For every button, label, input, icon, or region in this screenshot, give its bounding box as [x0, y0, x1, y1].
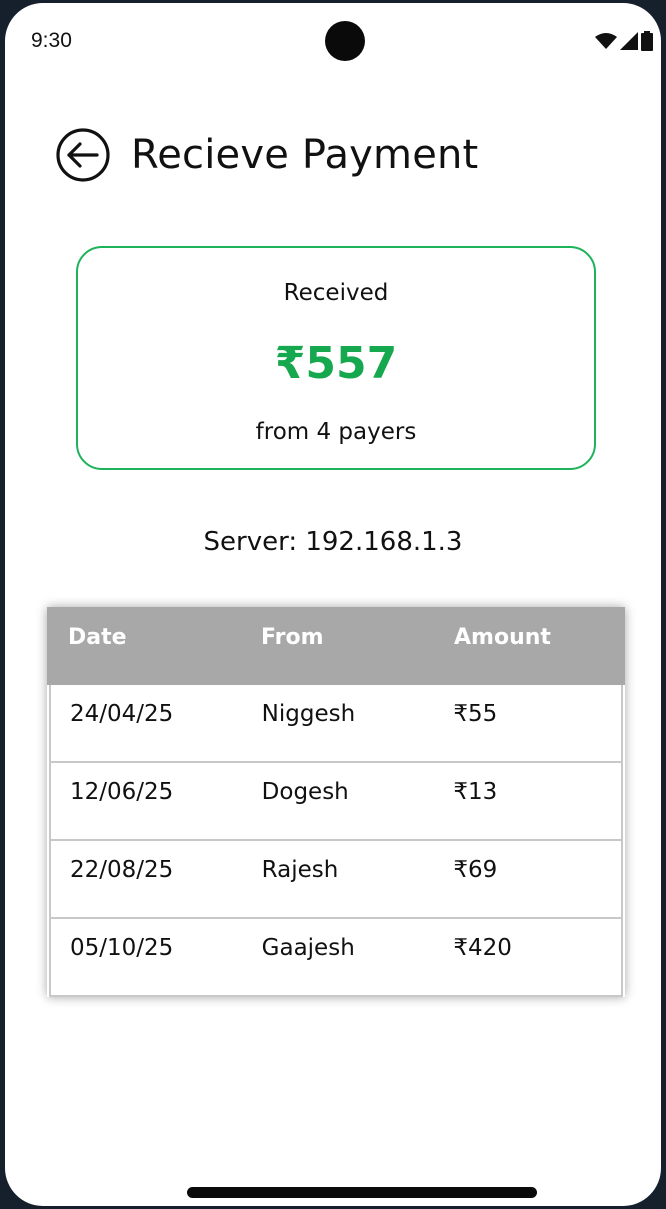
cell-amount: ₹13 [453, 779, 498, 805]
battery-icon [641, 31, 653, 51]
page-header: Recieve Payment [55, 123, 478, 187]
table-header: Date From Amount [47, 607, 625, 685]
arrow-left-circle-icon [56, 128, 110, 182]
table-row[interactable]: 05/10/25 Gaajesh ₹420 [51, 917, 621, 995]
status-bar: 9:30 [5, 3, 661, 79]
cell-amount: ₹55 [453, 701, 498, 727]
cell-date: 12/06/25 [70, 779, 174, 805]
column-header-from: From [261, 625, 324, 650]
phone-screen: 9:30 Recieve Payment Received ₹557 from … [5, 3, 661, 1206]
cell-amount: ₹420 [453, 935, 512, 961]
summary-payer-count: from 4 payers [255, 419, 417, 445]
column-header-date: Date [68, 625, 127, 650]
cell-from: Dogesh [261, 779, 349, 805]
cell-from: Gaajesh [261, 935, 355, 961]
cell-date: 05/10/25 [70, 935, 174, 961]
cell-from: Niggesh [261, 701, 356, 727]
cell-from: Rajesh [261, 857, 339, 883]
column-header-amount: Amount [454, 625, 551, 650]
table-row[interactable]: 22/08/25 Rajesh ₹69 [51, 839, 621, 917]
server-address: Server: 192.168.1.3 [203, 527, 463, 557]
summary-amount: ₹557 [274, 338, 398, 389]
cellular-signal-icon [620, 32, 638, 50]
back-button[interactable] [55, 127, 111, 183]
summary-label: Received [283, 280, 389, 306]
status-icons [595, 31, 653, 51]
wifi-icon [595, 33, 617, 49]
table-row[interactable]: 24/04/25 Niggesh ₹55 [51, 685, 621, 761]
payments-table: Date From Amount 24/04/25 Niggesh ₹55 12… [47, 607, 625, 997]
status-time: 9:30 [31, 29, 72, 52]
table-row[interactable]: 12/06/25 Dogesh ₹13 [51, 761, 621, 839]
device-frame: 9:30 Recieve Payment Received ₹557 from … [0, 0, 666, 1209]
cell-date: 24/04/25 [70, 701, 174, 727]
table-body: 24/04/25 Niggesh ₹55 12/06/25 Dogesh ₹13… [49, 685, 623, 997]
cell-amount: ₹69 [453, 857, 498, 883]
camera-cutout [325, 21, 365, 61]
home-indicator[interactable] [187, 1187, 537, 1198]
page-title: Recieve Payment [131, 132, 479, 178]
cell-date: 22/08/25 [70, 857, 174, 883]
received-summary-card: Received ₹557 from 4 payers [76, 246, 596, 470]
